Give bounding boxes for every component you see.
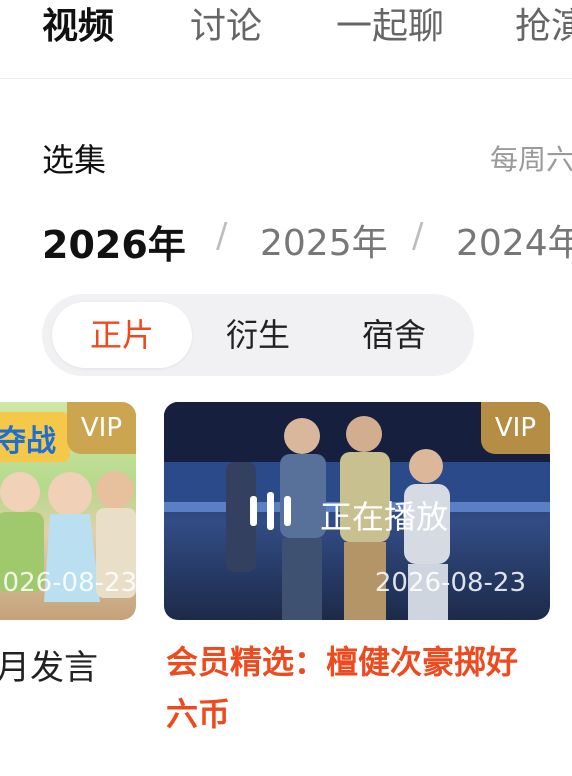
year-2026[interactable]: 2026年 — [42, 214, 186, 269]
now-playing-label: 正在播放 — [320, 498, 449, 536]
segment-derivatives[interactable]: 衍生 — [190, 302, 326, 368]
tab-video[interactable]: 视频 — [42, 2, 114, 52]
tab-grab[interactable]: 抢演 — [515, 2, 572, 52]
episode-caption-previous[interactable]: 月发言 — [0, 640, 98, 689]
playing-bars-icon — [250, 492, 291, 530]
episode-caption-current[interactable]: 会员精选：檀健次豪掷好六币 — [166, 636, 538, 740]
episode-card-current[interactable]: VIP 正在播放 2026-08-23 — [164, 402, 550, 620]
episode-section-title: 选集 — [42, 141, 107, 179]
episode-date: 2026-08-23 — [374, 568, 526, 598]
segment-dorm[interactable]: 宿舍 — [326, 302, 462, 368]
segment-main-episodes[interactable]: 正片 — [52, 302, 192, 368]
update-schedule[interactable]: 每周六 — [490, 138, 572, 178]
year-separator: / — [412, 216, 424, 256]
tab-chat-together[interactable]: 一起聊 — [336, 2, 444, 52]
year-separator: / — [216, 216, 228, 256]
year-2025[interactable]: 2025年 — [260, 214, 388, 266]
content-type-segment: 正片 衍生 宿舍 — [42, 294, 474, 376]
tab-discussion[interactable]: 讨论 — [190, 2, 262, 52]
show-title-overlay: 夺战 — [0, 424, 56, 459]
tab-divider — [0, 78, 572, 79]
vip-badge: VIP — [66, 402, 136, 454]
year-2024[interactable]: 2024年 — [456, 214, 572, 266]
top-tab-bar: 视频 讨论 一起聊 抢演 — [0, 0, 572, 78]
episode-card-previous[interactable]: 夺战 VIP 2026-08-23 — [0, 402, 136, 620]
app-root: 视频 讨论 一起聊 抢演 选集 每周六 2026年 / 2025年 / 2024… — [0, 0, 572, 776]
episode-date: 2026-08-23 — [0, 568, 136, 598]
